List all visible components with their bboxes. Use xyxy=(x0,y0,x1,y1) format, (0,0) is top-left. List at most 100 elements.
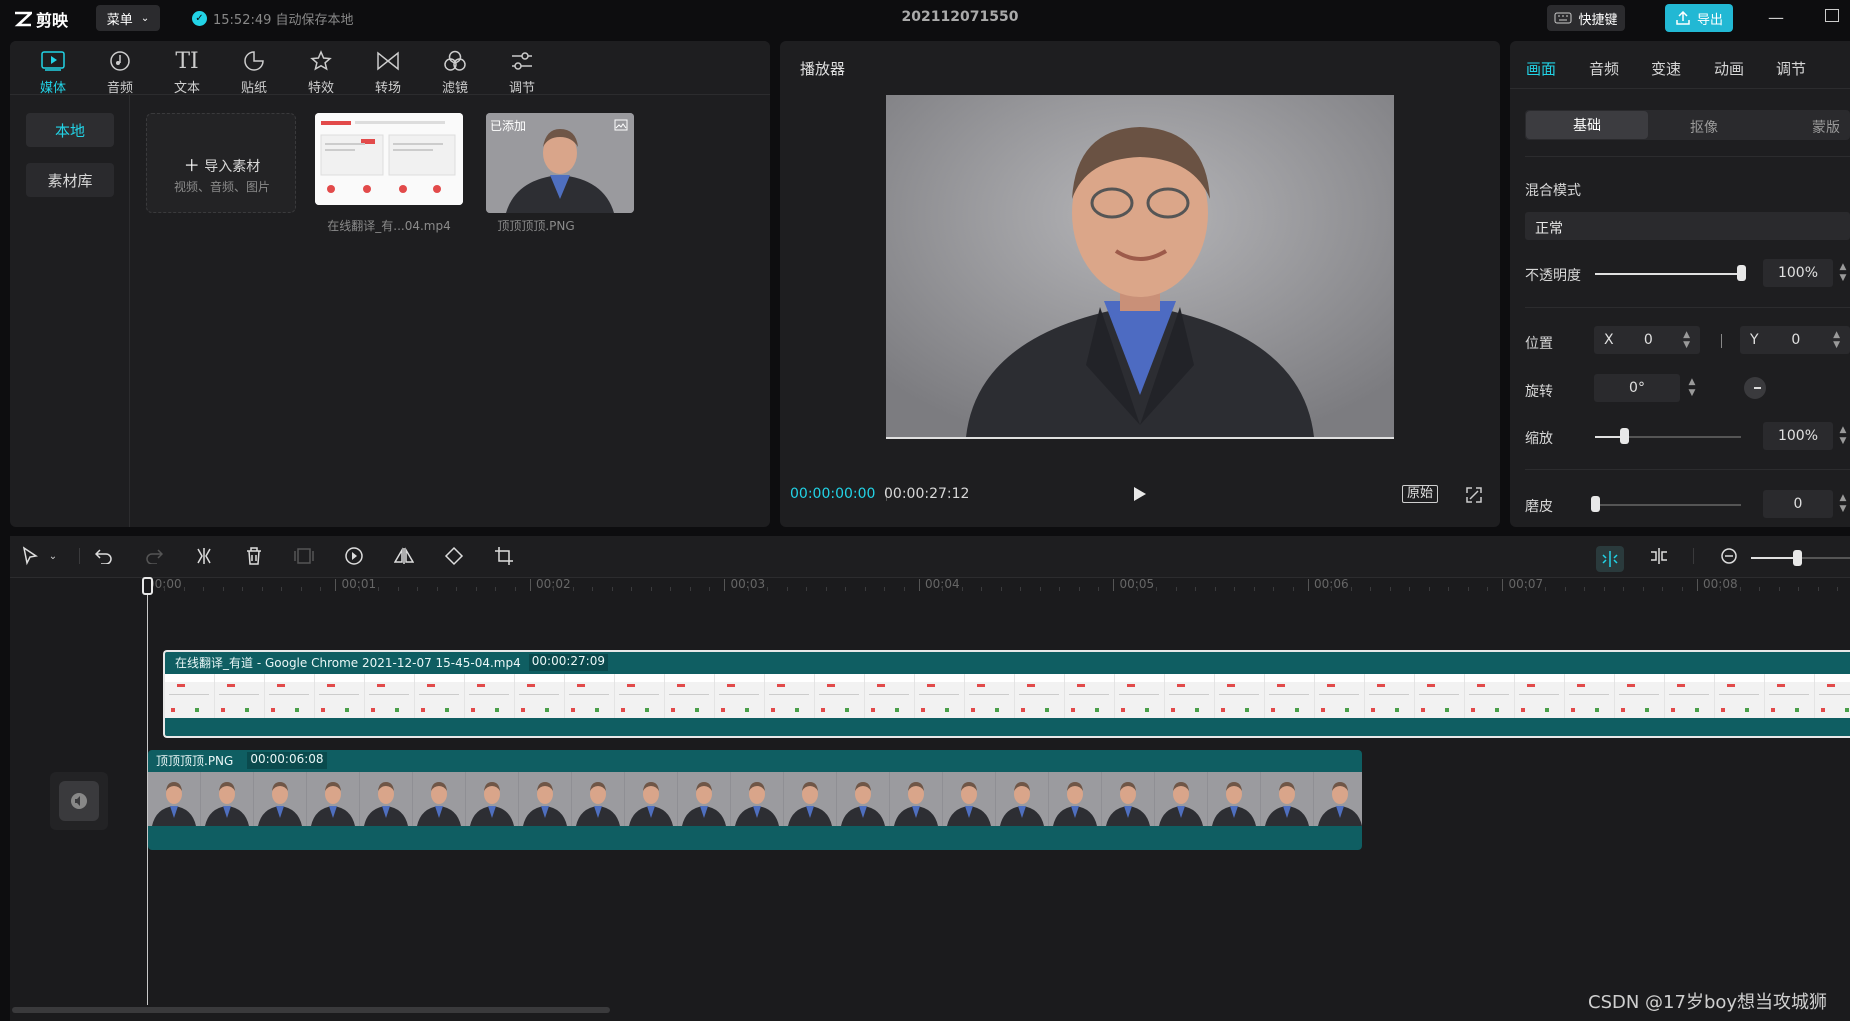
y-stepper-icon[interactable]: ▲ ▼ xyxy=(1833,330,1840,350)
timeline-toolbar xyxy=(10,536,1850,578)
rotate-icon xyxy=(444,546,464,566)
smooth-stepper-icon[interactable]: ▲ ▼ xyxy=(1836,490,1850,518)
image-frame xyxy=(731,772,783,826)
subtab-basic[interactable]: 基础 xyxy=(1526,111,1648,139)
media-thumb-image[interactable]: 已添加 xyxy=(486,113,634,213)
rotate-input[interactable]: 0° xyxy=(1594,374,1680,402)
import-media-button[interactable]: ＋ 导入素材 视频、音频、图片 xyxy=(146,113,296,213)
x-label: X xyxy=(1604,332,1614,348)
ruler-minor-tick xyxy=(572,587,574,591)
position-x-input[interactable]: X 0 ▲ ▼ xyxy=(1594,326,1700,354)
zoom-out-button[interactable] xyxy=(1717,544,1741,568)
tool-label: 转场 xyxy=(374,81,401,96)
tool-label: 调节 xyxy=(508,81,535,96)
sidebar-item-library[interactable]: 素材库 xyxy=(26,163,114,197)
rotate-stepper-icon[interactable]: ▲ ▼ xyxy=(1685,374,1699,402)
tool-filter[interactable]: 滤镜 xyxy=(427,49,483,96)
tool-text[interactable]: TI 文本 xyxy=(159,49,215,97)
export-button[interactable]: 导出 xyxy=(1665,4,1733,32)
image-frame xyxy=(625,772,677,826)
smooth-input[interactable]: 0 xyxy=(1763,490,1833,518)
video-clip-header: 在线翻译_有道 - Google Chrome 2021-12-07 15-45… xyxy=(175,654,608,671)
ruler-tick xyxy=(335,579,336,591)
video-preview[interactable] xyxy=(886,95,1394,437)
chevron-down-icon[interactable]: ⌄ xyxy=(46,544,60,568)
shortcut-button[interactable]: 快捷键 xyxy=(1547,5,1625,31)
fullscreen-icon[interactable] xyxy=(1466,487,1482,503)
tab-audio[interactable]: 音频 xyxy=(1589,58,1619,79)
export-icon xyxy=(1676,11,1690,25)
smooth-slider-track[interactable] xyxy=(1595,504,1741,506)
tool-effects[interactable]: 特效 xyxy=(293,49,349,96)
mirror-button[interactable] xyxy=(392,544,416,568)
split-button[interactable] xyxy=(192,544,216,568)
crop-button[interactable] xyxy=(492,544,516,568)
crop-icon xyxy=(495,547,513,565)
app-name: 剪映 xyxy=(36,11,69,30)
ruler-minor-tick xyxy=(884,587,886,591)
freeze-button[interactable] xyxy=(292,544,316,568)
video-frame xyxy=(1365,674,1415,718)
scale-stepper-icon[interactable]: ▲ ▼ xyxy=(1836,422,1850,450)
tab-speed[interactable]: 变速 xyxy=(1651,58,1681,79)
ruler-minor-tick xyxy=(378,587,380,591)
video-frame xyxy=(1815,674,1850,718)
tab-animation[interactable]: 动画 xyxy=(1714,58,1744,79)
minimize-button[interactable]: — xyxy=(1768,8,1784,27)
tool-adjust[interactable]: 调节 xyxy=(494,49,550,96)
position-y-input[interactable]: Y 0 ▲ ▼ xyxy=(1740,326,1850,354)
total-time: 00:00:27:12 xyxy=(884,486,970,502)
ruler-minor-tick xyxy=(1681,587,1683,591)
timeline-scrollbar[interactable] xyxy=(12,1007,610,1013)
link-clips-button[interactable] xyxy=(1647,544,1671,568)
rotate-dial-icon[interactable] xyxy=(1744,377,1766,399)
opacity-input[interactable]: 100% xyxy=(1763,259,1833,287)
ruler-tick xyxy=(724,579,725,591)
track-mute-button[interactable] xyxy=(50,772,108,830)
delete-button[interactable] xyxy=(242,544,266,568)
aspect-ratio-button[interactable]: 原始 xyxy=(1402,485,1439,503)
redo-button[interactable] xyxy=(142,544,166,568)
tool-transition[interactable]: 转场 xyxy=(360,49,416,96)
webpage-thumbnail xyxy=(315,113,463,205)
tool-media[interactable]: 媒体 xyxy=(25,49,81,96)
reverse-button[interactable] xyxy=(342,544,366,568)
sidebar-item-local[interactable]: 本地 xyxy=(26,113,114,147)
rotate-button[interactable] xyxy=(442,544,466,568)
maximize-button[interactable] xyxy=(1825,9,1839,22)
video-frame xyxy=(1215,674,1265,718)
playhead-handle[interactable] xyxy=(142,577,153,595)
scale-slider-knob[interactable] xyxy=(1620,428,1629,444)
opacity-slider-knob[interactable] xyxy=(1737,265,1746,281)
media-icon xyxy=(41,51,65,71)
tool-sticker[interactable]: 贴纸 xyxy=(226,49,282,96)
blend-mode-select[interactable]: 正常 xyxy=(1525,212,1850,240)
ruler-minor-tick xyxy=(514,587,516,591)
select-tool-button[interactable] xyxy=(18,544,42,568)
video-frame xyxy=(1315,674,1365,718)
tool-audio[interactable]: 音频 xyxy=(92,49,148,96)
tool-label: 文本 xyxy=(173,81,200,96)
play-icon[interactable] xyxy=(1133,486,1147,502)
snap-toggle[interactable] xyxy=(1596,546,1624,572)
smooth-slider-knob[interactable] xyxy=(1591,496,1600,512)
zoom-slider-knob[interactable] xyxy=(1793,550,1802,566)
ruler-tick xyxy=(529,579,531,591)
x-stepper-icon[interactable]: ▲ ▼ xyxy=(1683,330,1690,350)
opacity-stepper-icon[interactable]: ▲ ▼ xyxy=(1836,259,1850,287)
image-clip[interactable]: 顶顶顶顶.PNG 00:00:06:08 xyxy=(148,750,1362,850)
media-thumb-video[interactable] xyxy=(315,113,463,205)
tab-adjust[interactable]: 调节 xyxy=(1776,58,1806,79)
subtab-mask[interactable]: 蒙版 xyxy=(1812,117,1850,137)
video-clip[interactable]: 在线翻译_有道 - Google Chrome 2021-12-07 15-45… xyxy=(163,650,1850,738)
subtab-cutout[interactable]: 抠像 xyxy=(1690,117,1718,137)
undo-button[interactable] xyxy=(92,544,116,568)
clip-duration: 00:00:27:09 xyxy=(528,654,608,671)
tab-video[interactable]: 画面 xyxy=(1526,58,1556,79)
scale-input[interactable]: 100% xyxy=(1763,422,1833,450)
ruler-minor-tick xyxy=(1253,587,1255,591)
ruler-minor-tick xyxy=(611,587,613,591)
ruler-minor-tick xyxy=(1623,587,1625,591)
video-frame xyxy=(615,674,665,718)
menu-button[interactable]: 菜单 ⌄ xyxy=(96,5,160,31)
